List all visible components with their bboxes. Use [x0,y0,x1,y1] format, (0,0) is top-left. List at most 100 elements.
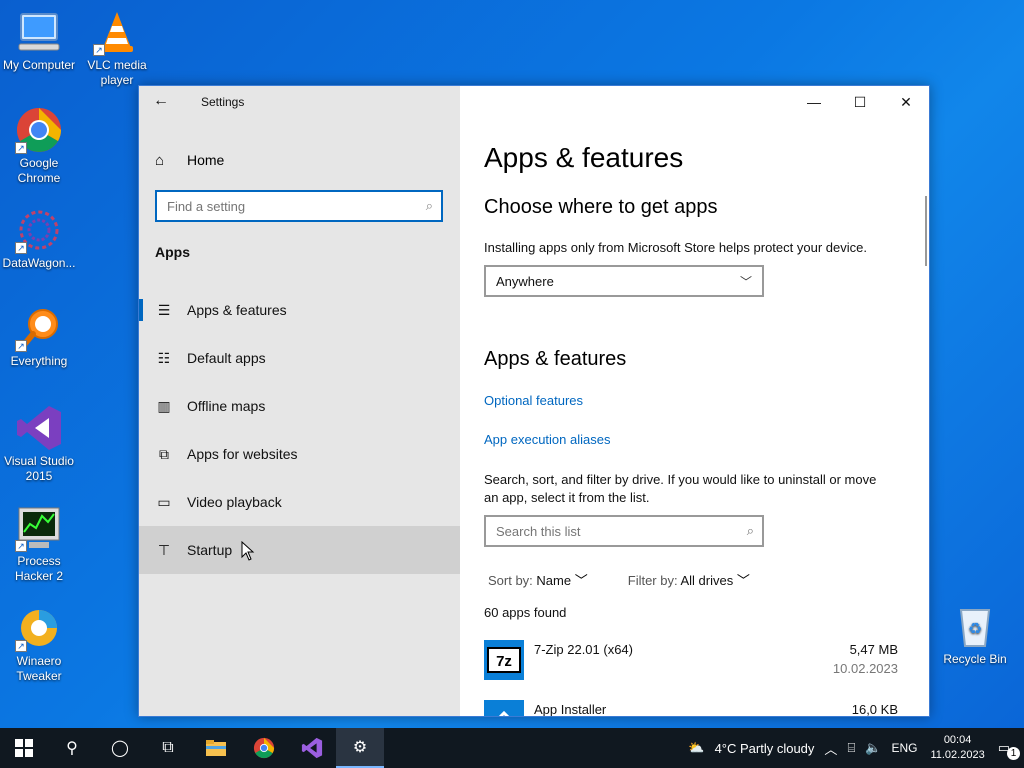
desktop-icon-recycle-bin[interactable]: ♻ Recycle Bin [936,602,1014,667]
mouse-cursor-icon [241,541,255,561]
system-tray: ⛅ 4°C Partly cloudy ︿ ⌸ 🔈 ENG 00:04 11.0… [683,728,1024,768]
app-installer-icon [484,700,524,716]
file-explorer-icon[interactable] [192,728,240,768]
desktop-icon-label: Everything [10,354,68,368]
home-icon: ⌂ [155,151,165,169]
chevron-down-icon: ﹀ [574,573,588,588]
sidebar-item-label: Offline maps [187,398,266,414]
desktop-icon-visual-studio[interactable]: Visual Studio 2015 [0,404,78,484]
app-source-dropdown[interactable]: Anywhere ﹀ [484,265,764,297]
filter-by-control[interactable]: Filter by: All drives ﹀ [628,570,750,589]
sort-by-control[interactable]: Sort by: Name ﹀ [488,570,588,589]
desktop-icon-everything[interactable]: ↗ Everything [0,304,78,369]
desktop-icon-vlc[interactable]: ↗ VLC media player [78,8,156,88]
chevron-up-icon[interactable]: ︿ [819,739,842,758]
app-execution-aliases-link[interactable]: App execution aliases [484,432,610,447]
app-list-item[interactable]: App Installer 16,0 KB [484,700,898,717]
visual-studio-taskbar-icon[interactable] [288,728,336,768]
desktop-icon-label: Winaero Tweaker [16,654,62,683]
window-title: Settings [201,95,245,109]
desktop-icon-winaero-tweaker[interactable]: ↗ Winaero Tweaker [0,604,78,684]
shortcut-arrow-icon: ↗ [15,242,27,254]
vlc-cone-icon: ↗ [93,8,141,56]
titlebar[interactable]: ← Settings [139,86,460,118]
maximize-icon[interactable]: ☐ [837,86,883,118]
sidebar-item-apps-features[interactable]: ☰ Apps & features [139,286,460,334]
page-title: Apps & features [484,142,684,173]
app-date: 10.02.2023 [832,661,898,676]
clock[interactable]: 00:04 11.02.2023 [922,733,992,763]
cortana-circle-icon[interactable]: ◯ [96,728,144,768]
weather-text[interactable]: 4°C Partly cloudy [710,741,820,756]
search-list-input[interactable] [486,517,726,545]
sort-label: Sort by: [488,573,533,588]
desktop-icon-label: Process Hacker 2 [14,554,64,583]
close-icon[interactable]: ✕ [883,86,929,118]
chrome-icon: ↗ [15,106,63,154]
sidebar: ← Settings ⌂ Home ⌕ Apps ☰ Apps & featur… [139,86,460,716]
start-windows-icon[interactable] [0,728,48,768]
sidebar-item-video-playback[interactable]: ▭ Video playback [139,478,460,526]
search-icon[interactable]: ⚲ [48,728,96,768]
sidebar-item-apps-for-websites[interactable]: ⧉ Apps for websites [139,430,460,478]
sidebar-item-offline-maps[interactable]: ▥ Offline maps [139,382,460,430]
sidebar-item-label: Default apps [187,350,266,366]
choose-apps-description: Installing apps only from Microsoft Stor… [484,240,867,255]
chrome-taskbar-icon[interactable] [240,728,288,768]
clock-time: 00:04 [943,734,972,746]
svg-text:7z: 7z [496,653,512,670]
desktop-icon-datawagon[interactable]: ↗ DataWagon... [0,206,78,271]
desktop-icon-label: Visual Studio 2015 [4,454,74,483]
app-size: 16,0 KB [851,702,898,717]
list-icon: ☰ [157,301,171,318]
settings-gear-icon[interactable]: ⚙ [336,728,384,768]
sidebar-item-startup[interactable]: ⊤ Startup [139,526,460,574]
minimize-icon[interactable]: — [791,86,837,118]
find-setting-input[interactable] [157,192,407,220]
clock-date: 11.02.2023 [930,749,985,761]
shortcut-arrow-icon: ↗ [15,340,27,352]
content-pane: — ☐ ✕ Apps & features Choose where to ge… [460,86,929,716]
settings-window[interactable]: ← Settings ⌂ Home ⌕ Apps ☰ Apps & featur… [138,85,930,717]
apps-found-count: 60 apps found [484,605,567,620]
open-in-icon: ⧉ [159,445,169,462]
desktop-icon-label: Recycle Bin [943,652,1007,666]
search-list-box[interactable]: ⌕ [484,515,764,547]
notification-center-icon[interactable]: ▭ 1 [993,740,1024,760]
network-icon[interactable]: ⌸ [842,740,860,756]
weather-icon[interactable]: ⛅ [683,740,709,756]
shortcut-arrow-icon: ↗ [15,142,27,154]
winaero-tweaker-icon: ↗ [15,604,63,652]
svg-text:♻: ♻ [968,619,982,638]
task-view-icon[interactable]: ⧉ [144,728,192,768]
filter-label: Filter by: [627,573,678,588]
search-list-description: Search, sort, and filter by drive. If yo… [484,472,877,505]
video-icon: ▭ [157,493,171,510]
scrollbar-thumb[interactable] [925,196,927,266]
find-setting-search[interactable]: ⌕ [155,190,443,222]
notification-count-badge: 1 [1007,747,1020,760]
desktop-icon-label: VLC media player [87,58,147,87]
caption-buttons: — ☐ ✕ [791,86,929,118]
recycle-bin-icon: ♻ [951,602,999,650]
everything-magnifier-icon: ↗ [15,304,63,352]
sidebar-item-label: Video playback [187,494,282,510]
search-icon: ⌕ [425,198,433,213]
desktop-icon-process-hacker[interactable]: ↗ Process Hacker 2 [0,504,78,584]
optional-features-link[interactable]: Optional features [484,393,583,408]
app-size: 5,47 MB [849,642,898,657]
language-indicator[interactable]: ENG [886,741,922,755]
search-icon: ⌕ [746,523,754,538]
chevron-down-icon: ﹀ [739,275,752,289]
home-label: Home [187,152,225,168]
volume-icon[interactable]: 🔈 [860,740,886,756]
desktop-icon-chrome[interactable]: ↗ Google Chrome [0,106,78,186]
sidebar-item-default-apps[interactable]: ☷ Default apps [139,334,460,382]
app-list-item[interactable]: 7z 7-Zip 22.01 (x64) 5,47 MB 10.02.2023 [484,640,898,700]
taskbar: ⚲ ◯ ⧉ ⚙ ⛅ 4°C Partly cloudy ︿ ⌸ 🔈 ENG 00… [0,728,1024,768]
back-arrow-icon[interactable]: ← [153,92,173,112]
apps-features-heading: Apps & features [484,348,627,370]
shortcut-arrow-icon: ↗ [15,540,27,552]
sidebar-item-home[interactable]: ⌂ Home [155,150,224,170]
desktop-icon-my-computer[interactable]: My Computer [0,8,78,73]
